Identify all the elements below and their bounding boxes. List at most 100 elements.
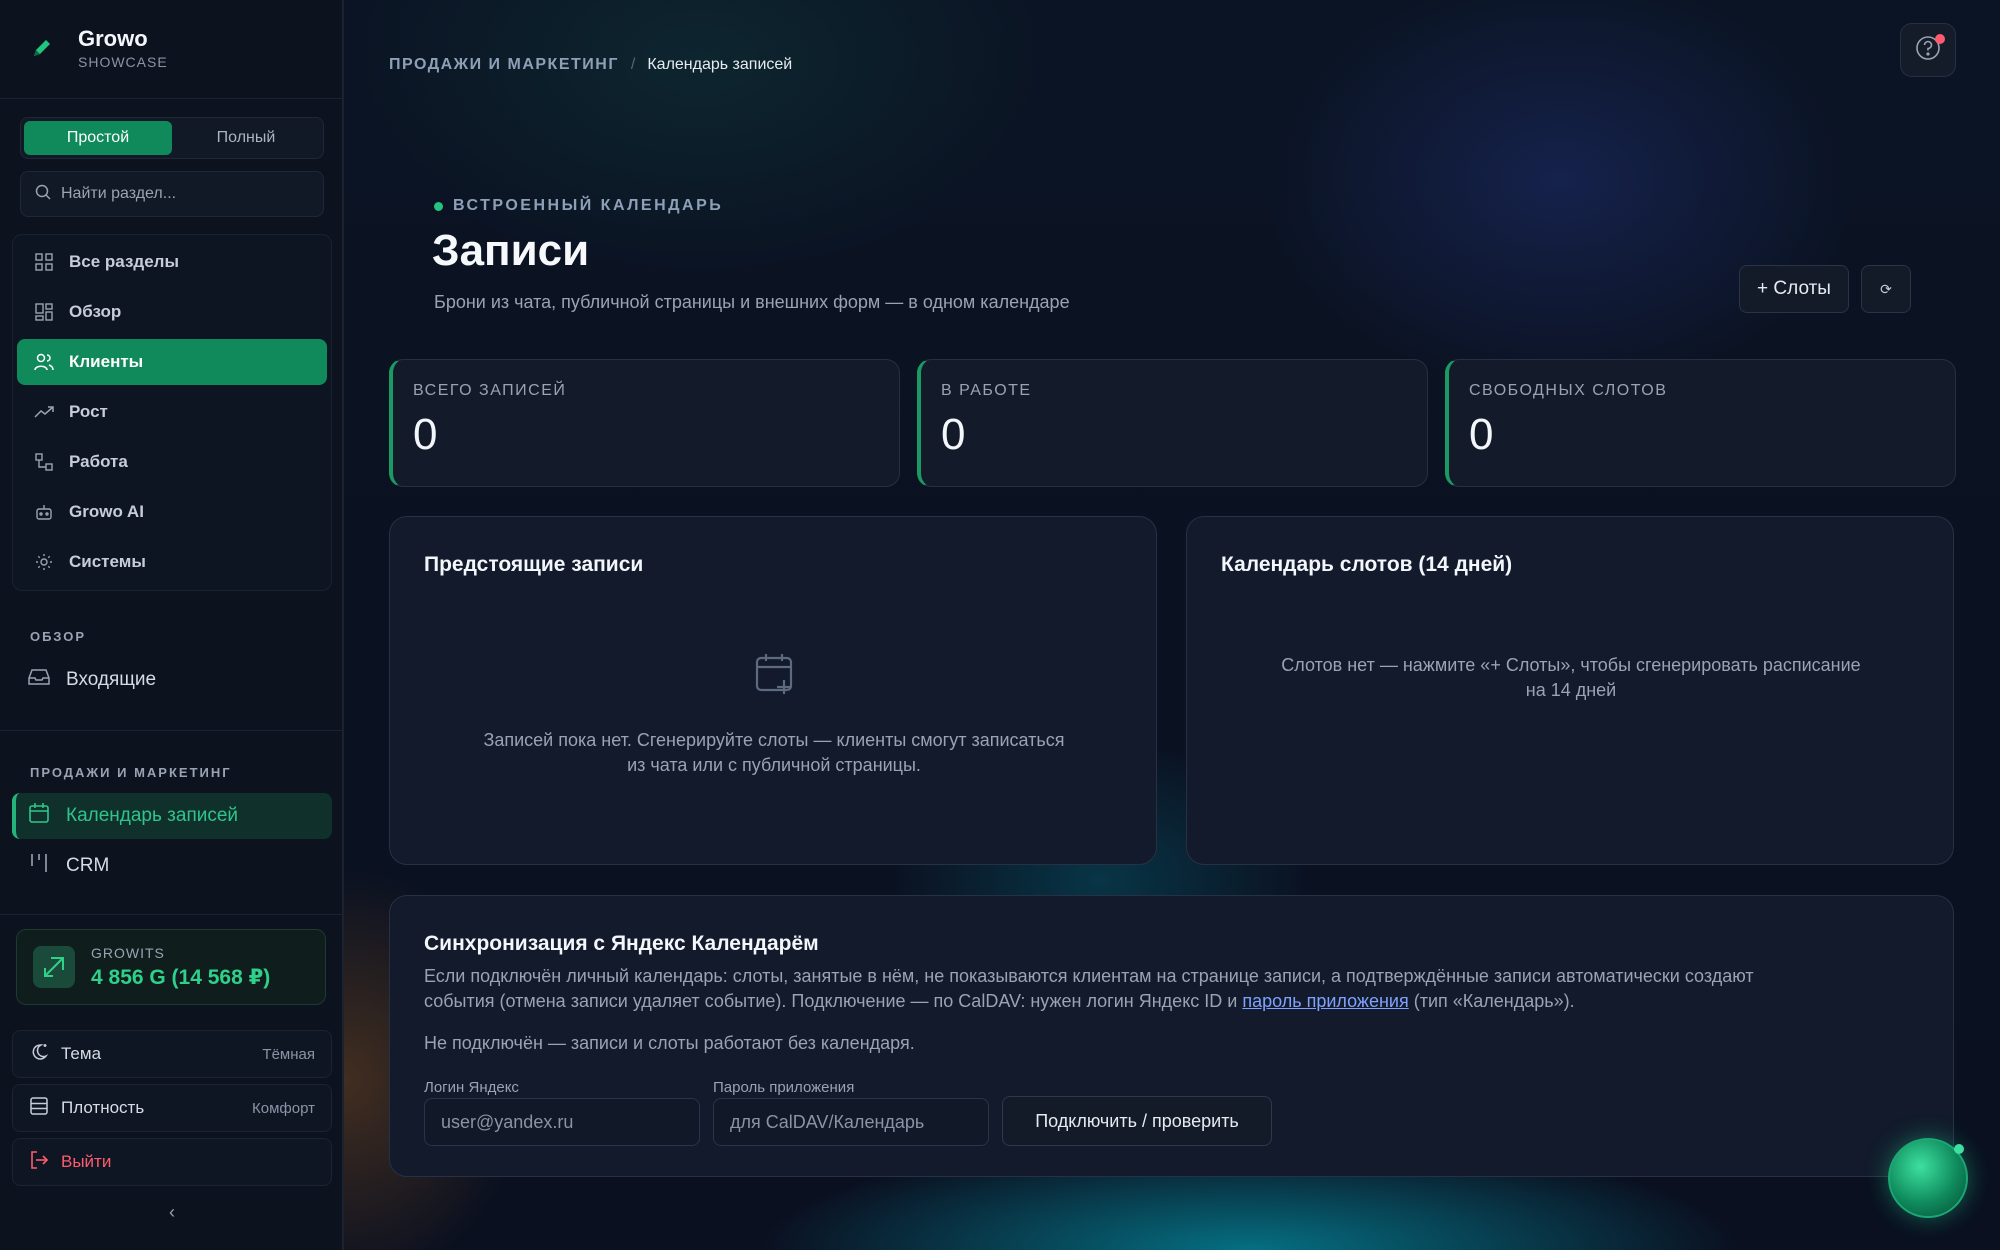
inbox-icon [28,668,50,692]
panel-title: Предстоящие записи [424,553,644,576]
kanban-icon [28,852,50,880]
divider [0,914,342,915]
upcoming-bookings-panel: Предстоящие записи Записей пока нет. Сге… [389,516,1157,865]
upcoming-empty-state: Записей пока нет. Сгенерируйте слоты — к… [390,728,1158,778]
calendar-plus-icon [754,652,796,701]
empty-line: Слотов нет — нажмите «+ Слоты», чтобы сг… [1281,655,1861,675]
status-dot [434,201,443,211]
divider [0,730,342,731]
desc-line: Если подключён личный календарь: слоты, … [424,966,1754,986]
divider [0,98,342,99]
theme-icon [29,1042,49,1067]
stat-free-slots: СВОБОДНЫХ СЛОТОВ 0 [1445,359,1956,487]
yandex-sync-panel: Синхронизация с Яндекс Календарём Если п… [389,895,1954,1177]
growth-arrow-icon [33,946,75,988]
empty-line: Записей пока нет. Сгенерируйте слоты — к… [483,730,1065,750]
search-box [20,171,324,217]
nav-item-label: Клиенты [69,352,144,371]
users-icon [33,351,55,373]
connect-button[interactable]: Подключить / проверить [1002,1096,1272,1146]
search-icon [35,184,51,205]
sidebar-item-label: Входящие [66,669,157,690]
sync-description: Если подключён личный календарь: слоты, … [424,964,1754,1014]
logout-button[interactable]: Выйти [12,1138,332,1186]
mode-full-button[interactable]: Полный [172,121,320,155]
theme-setting[interactable]: Тема Тёмная [12,1030,332,1078]
nav-item-label: Работа [69,452,128,471]
density-label: Плотность [61,1098,145,1117]
mode-switch: Простой Полный [20,117,324,159]
breadcrumb: ПРОДАЖИ И МАРКЕТИНГ / Календарь записей [389,56,792,74]
calendar-icon [28,802,50,830]
eyebrow-text: ВСТРОЕННЫЙ КАЛЕНДАРЬ [453,197,724,214]
collapse-sidebar-button[interactable]: ‹ [160,1200,184,1224]
assistant-orb-button[interactable] [1888,1138,1968,1218]
nav-item-growth[interactable]: Рост [17,389,327,435]
panel-title: Синхронизация с Яндекс Календарём [424,932,819,955]
sidebar-item-calendar[interactable]: Календарь записей [12,793,332,839]
grid-icon [33,251,55,273]
trending-up-icon [33,401,55,423]
logout-icon [29,1150,49,1175]
app-password-input[interactable] [713,1098,989,1146]
mode-simple-button[interactable]: Простой [24,121,172,155]
dashboard-icon [33,301,55,323]
stat-label: ВСЕГО ЗАПИСЕЙ [413,382,567,399]
refresh-button[interactable]: ⟳ [1861,265,1911,313]
sidebar-item-label: CRM [66,855,110,876]
nav-item-work[interactable]: Работа [17,439,327,485]
yandex-login-input[interactable] [424,1098,700,1146]
refresh-icon: ⟳ [1880,280,1892,297]
sidebar-item-label: Календарь записей [66,805,239,826]
density-setting[interactable]: Плотность Комфорт [12,1084,332,1132]
help-button[interactable] [1900,23,1956,77]
sidebar-item-inbox[interactable]: Входящие [12,657,332,703]
nav-item-all-sections[interactable]: Все разделы [17,239,327,285]
page-subtitle: Брони из чата, публичной страницы и внеш… [434,292,1070,312]
brand[interactable]: Growo SHOWCASE [26,26,168,70]
search-input[interactable] [61,185,301,203]
page-title: Записи [432,226,590,275]
empty-line: на 14 дней [1525,680,1617,700]
nav-item-clients[interactable]: Клиенты [17,339,327,385]
panel-title: Календарь слотов (14 дней) [1221,553,1513,576]
nav-item-growo-ai[interactable]: Growo AI [17,489,327,535]
bot-icon [33,501,55,523]
slots-calendar-panel: Календарь слотов (14 дней) Слотов нет — … [1186,516,1954,865]
stat-in-progress: В РАБОТЕ 0 [917,359,1428,487]
desc-text: события (отмена записи удаляет событие).… [424,991,1243,1011]
section-label-overview: ОБЗОР [30,629,87,644]
main-content: ПРОДАЖИ И МАРКЕТИНГ / Календарь записей … [344,0,2000,1250]
nav-item-label: Growo AI [69,502,144,521]
pencil-logo-icon [26,32,58,64]
growits-label: GROWITS [91,944,165,961]
page-eyebrow: ВСТРОЕННЫЙ КАЛЕНДАРЬ [434,197,723,215]
section-label-sales: ПРОДАЖИ И МАРКЕТИНГ [30,765,232,780]
add-slots-button[interactable]: + Слоты [1739,265,1849,313]
breadcrumb-current: Календарь записей [647,56,793,73]
density-value: Комфорт [252,1099,315,1117]
density-icon [29,1096,49,1121]
nav-item-label: Рост [69,402,108,421]
stat-value: 0 [941,410,966,459]
breadcrumb-root[interactable]: ПРОДАЖИ И МАРКЕТИНГ [389,56,619,74]
stat-label: СВОБОДНЫХ СЛОТОВ [1469,382,1668,399]
nav-item-label: Системы [69,552,146,571]
nav-item-overview[interactable]: Обзор [17,289,327,335]
logout-label: Выйти [61,1152,112,1171]
desc-text: (тип «Календарь»). [1408,991,1575,1011]
growits-value: 4 856 G (14 568 ₽) [91,965,271,989]
nav-item-systems[interactable]: Системы [17,539,327,585]
brand-subtitle: SHOWCASE [78,54,168,70]
brand-name: Growo [78,26,148,51]
theme-label: Тема [61,1044,102,1063]
app-password-link[interactable]: пароль приложения [1242,991,1408,1011]
main-nav: Все разделы Обзор Клиенты Рост Работа Gr… [12,234,332,591]
stat-total-bookings: ВСЕГО ЗАПИСЕЙ 0 [389,359,900,487]
desc-line: события (отмена записи удаляет событие).… [424,989,1754,1014]
nav-item-label: Все разделы [69,252,179,271]
sidebar-item-crm[interactable]: CRM [12,843,332,889]
notification-dot [1935,34,1945,44]
growits-balance[interactable]: GROWITS 4 856 G (14 568 ₽) [16,929,326,1005]
login-label: Логин Яндекс [424,1079,519,1096]
